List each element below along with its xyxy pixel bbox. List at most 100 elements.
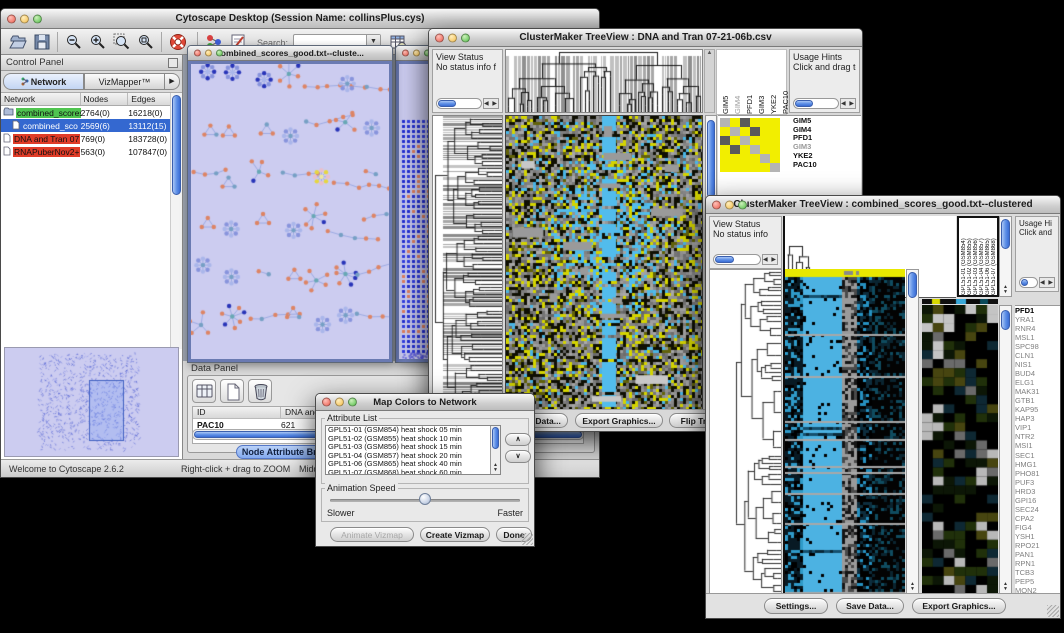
- gene-label[interactable]: PUF3: [1015, 478, 1060, 487]
- create-vizmap-button[interactable]: Create Vizmap: [420, 527, 490, 542]
- row-dendrogram-canvas[interactable]: [710, 270, 781, 593]
- gene-label[interactable]: FIG4: [1015, 523, 1060, 532]
- zoom-fit-icon[interactable]: [137, 33, 155, 51]
- main-titlebar[interactable]: Cytoscape Desktop (Session Name: collins…: [1, 9, 599, 29]
- zoom-heatmap-canvas[interactable]: [922, 305, 998, 594]
- minimize-button[interactable]: [448, 33, 457, 42]
- minimize-button[interactable]: [20, 14, 29, 23]
- resize-grip[interactable]: [521, 533, 533, 545]
- scroll-arrows-icon[interactable]: ◀ ▶: [1039, 277, 1055, 288]
- gene-label[interactable]: MAK31: [1015, 387, 1060, 396]
- gene-label[interactable]: BUD4: [1015, 369, 1060, 378]
- gene-label[interactable]: NTR2: [1015, 432, 1060, 441]
- minimize-button[interactable]: [413, 50, 420, 57]
- column-labels-scrollbar[interactable]: ▲▼: [999, 216, 1012, 297]
- gene-label[interactable]: YSH1: [1015, 532, 1060, 541]
- gene-label[interactable]: NIS1: [1015, 360, 1060, 369]
- treeview1-button-1[interactable]: Export Graphics...: [575, 413, 663, 428]
- summary-heatmap[interactable]: [720, 118, 780, 172]
- scrollbar-thumb[interactable]: [1021, 279, 1028, 286]
- scroll-arrows-icon[interactable]: ▲▼: [491, 463, 500, 473]
- move-down-button[interactable]: ∨: [505, 450, 531, 463]
- attribute-list-item[interactable]: GPL51-07 (GSM868) heat shock 60 min: [326, 469, 500, 476]
- treeview2-titlebar[interactable]: ClusterMaker TreeView : combined_scores_…: [706, 196, 1060, 214]
- close-button[interactable]: [7, 14, 16, 23]
- open-session-icon[interactable]: [9, 33, 27, 51]
- zoom-heatmap-vscrollbar[interactable]: ▲▼: [999, 305, 1012, 594]
- scrollbar-thumb[interactable]: [908, 272, 917, 298]
- scrollbar-track[interactable]: [793, 98, 839, 109]
- scrollbar-track[interactable]: [1019, 277, 1038, 288]
- panel-scrollbar[interactable]: ◀ ▶: [713, 254, 778, 265]
- gene-label[interactable]: VIP1: [1015, 423, 1060, 432]
- heatmap-vscrollbar[interactable]: ▲▼: [906, 269, 919, 594]
- network-tree-row[interactable]: combined_scores2764(0)16218(0): [1, 106, 182, 119]
- close-button[interactable]: [712, 200, 721, 209]
- network-view-canvas[interactable]: [191, 64, 389, 359]
- gene-label[interactable]: SPC98: [1015, 342, 1060, 351]
- resize-grip[interactable]: [1047, 605, 1059, 617]
- gene-label[interactable]: MSI1: [1015, 441, 1060, 450]
- gene-label[interactable]: PAN1: [1015, 550, 1060, 559]
- zoom-in-icon[interactable]: [89, 33, 107, 51]
- scroll-arrows-icon[interactable]: ◀ ▶: [483, 98, 499, 109]
- gene-label[interactable]: CPA2: [1015, 514, 1060, 523]
- move-up-button[interactable]: ∧: [505, 433, 531, 446]
- minimize-button[interactable]: [335, 398, 344, 407]
- column-dendrogram-canvas[interactable]: [506, 50, 702, 112]
- treeview2-button-2[interactable]: Export Graphics...: [912, 598, 1006, 614]
- treeview2-button-0[interactable]: Settings...: [764, 598, 828, 614]
- minimize-button[interactable]: [725, 200, 734, 209]
- minimize-button[interactable]: [205, 50, 212, 57]
- save-session-icon[interactable]: [33, 33, 51, 51]
- zoom-selected-icon[interactable]: [113, 33, 131, 51]
- new-attribute-icon[interactable]: [220, 379, 244, 403]
- float-panel-icon[interactable]: [168, 58, 178, 68]
- scrollbar-track[interactable]: [713, 254, 761, 265]
- zoom-button[interactable]: [348, 398, 357, 407]
- heatmap-canvas[interactable]: [785, 269, 905, 594]
- network-tree-row[interactable]: RNAPuberNov2+563(0)107847(0): [1, 145, 182, 158]
- scrollbar-thumb[interactable]: [492, 427, 499, 449]
- birdseye-canvas[interactable]: [5, 348, 177, 456]
- column-header-id[interactable]: ID: [193, 407, 281, 418]
- treeview2-button-1[interactable]: Save Data...: [836, 598, 904, 614]
- scrollbar-track[interactable]: [436, 98, 482, 109]
- help-lifesaver-icon[interactable]: [169, 33, 189, 51]
- gene-label[interactable]: PEP5: [1015, 577, 1060, 586]
- gene-label[interactable]: HAP3: [1015, 414, 1060, 423]
- gene-label[interactable]: RPO21: [1015, 541, 1060, 550]
- scroll-arrows-icon[interactable]: ◀ ▶: [762, 254, 778, 265]
- zoom-out-icon[interactable]: [65, 33, 83, 51]
- network-tree-row[interactable]: combined_sco2569(6)13112(15): [1, 119, 182, 132]
- zoom-button[interactable]: [461, 33, 470, 42]
- gene-label[interactable]: TCB3: [1015, 568, 1060, 577]
- gene-label[interactable]: ELG1: [1015, 378, 1060, 387]
- scrollbar-thumb[interactable]: [438, 100, 456, 107]
- gene-label[interactable]: SEC24: [1015, 505, 1060, 514]
- delete-attribute-icon[interactable]: [248, 379, 272, 403]
- gene-label[interactable]: CLN1: [1015, 351, 1060, 360]
- panel-scrollbar[interactable]: ◀ ▶: [436, 98, 499, 109]
- tab-overflow-arrow[interactable]: ▶: [165, 73, 180, 90]
- zoom-button[interactable]: [33, 14, 42, 23]
- attribute-list-scrollbar[interactable]: ▲▼: [490, 426, 500, 474]
- gene-label[interactable]: GTB1: [1015, 396, 1060, 405]
- panel-scrollbar[interactable]: ◀ ▶: [1019, 277, 1055, 288]
- gene-label[interactable]: YRA1: [1015, 315, 1060, 324]
- dialog-titlebar[interactable]: Map Colors to Network: [316, 394, 534, 411]
- attribute-select-icon[interactable]: [192, 379, 216, 403]
- heatmap-canvas[interactable]: [506, 116, 702, 410]
- scroll-arrows-icon[interactable]: ▲▼: [1000, 285, 1011, 295]
- control-panel-scrollbar[interactable]: [170, 93, 182, 349]
- gene-label[interactable]: PHO81: [1015, 469, 1060, 478]
- row-dendrogram-canvas[interactable]: [433, 116, 502, 410]
- scroll-arrows-icon[interactable]: ▲▼: [1000, 582, 1011, 592]
- animate-vizmap-button[interactable]: Animate Vizmap: [330, 527, 414, 542]
- zoom-button[interactable]: [216, 50, 223, 57]
- close-button[interactable]: [322, 398, 331, 407]
- close-button[interactable]: [194, 50, 201, 57]
- scrollbar-thumb[interactable]: [172, 95, 181, 195]
- network-window-1-titlebar[interactable]: combined_scores_good.txt--cluste...: [188, 46, 392, 61]
- column-header-network[interactable]: Network: [1, 93, 81, 105]
